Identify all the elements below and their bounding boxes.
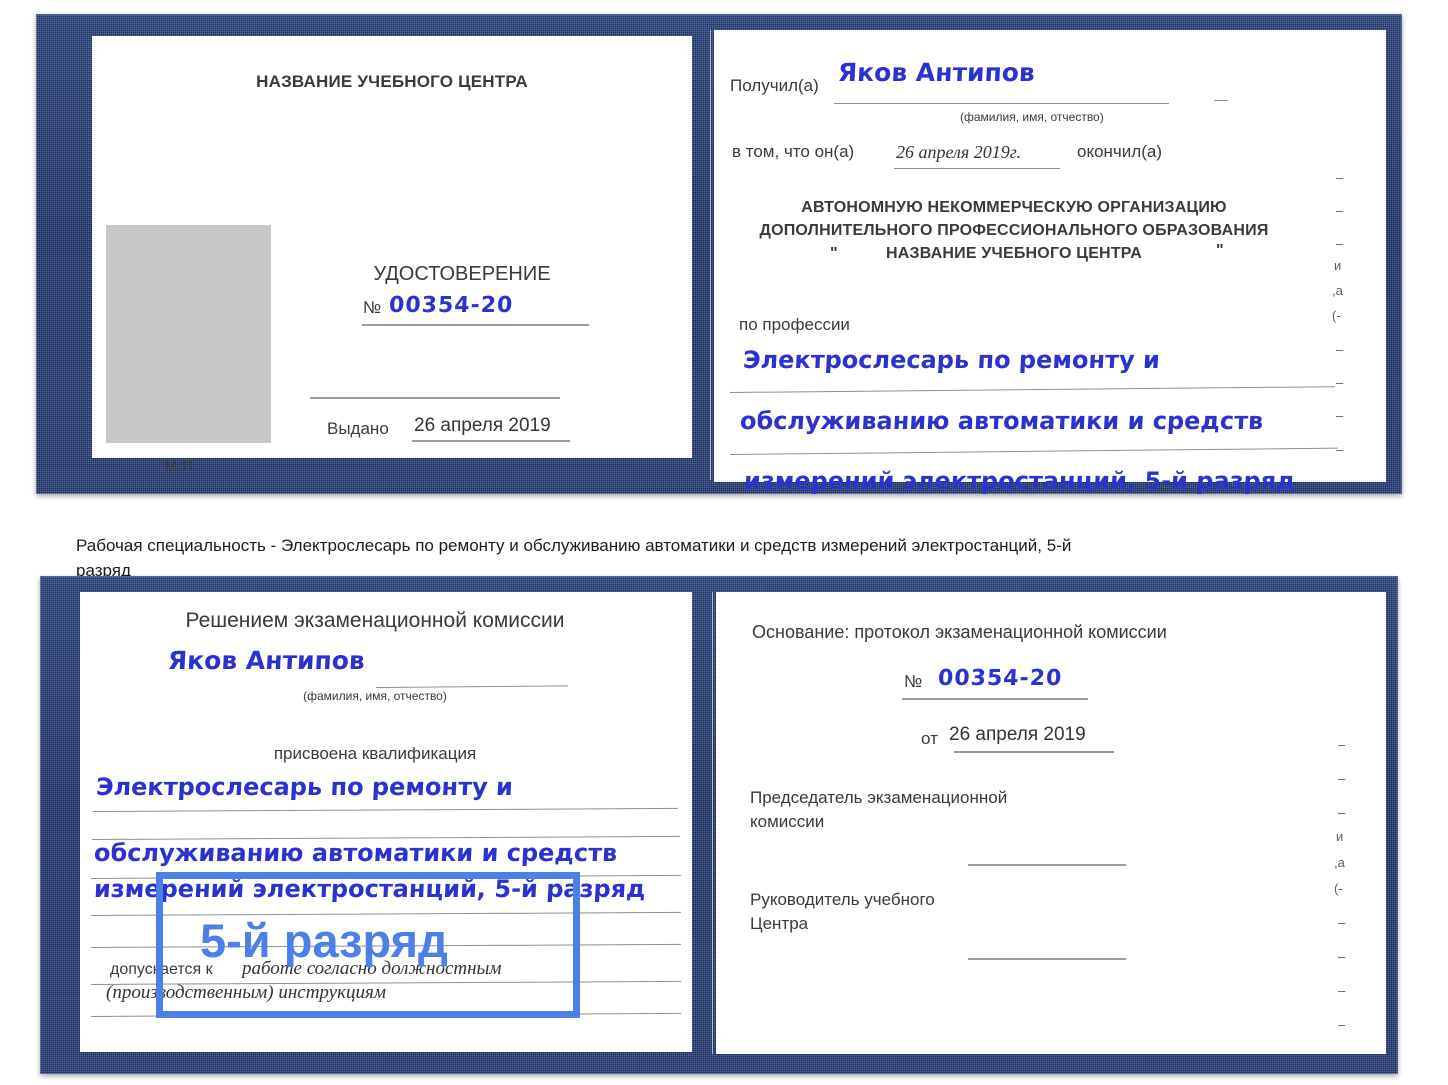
protocol-date-rule [954,751,1114,753]
protocol-date-value: 26 апреля 2019 [949,724,1086,745]
profession-line-1: Электрослесарь по ремонту и [742,346,1161,374]
ghost-char: – [1336,442,1344,457]
ghost-char: – [1338,805,1346,820]
top-right-page: Получил(а) Яков Антипов (фамилия, имя, о… [714,30,1386,495]
basis-label: Основание: протокол экзаменационной коми… [752,622,1167,642]
ghost-char: и [1336,829,1344,844]
photo-placeholder [106,225,271,443]
issued-rule [412,440,570,442]
annotation-label-rank: 5-й разряд [200,914,448,967]
number-rule [362,324,589,326]
ghost-char: – [1336,342,1344,357]
holder-name-value: Яков Антипов [167,646,366,675]
profession-rule-1 [729,386,1335,393]
fio-hint: (фамилия, имя, отчество) [960,110,1104,124]
certificate-number-value: 00354-20 [388,293,514,318]
bottom-left-page: Решением экзаменационной комиссии Яков А… [80,592,692,1052]
issued-label: Выдано [327,419,389,438]
qualification-label: присвоена квалификация [273,744,477,763]
ghost-char: – [1336,203,1344,218]
blank-rule [310,397,560,399]
admitted-label: допускается к [110,961,213,978]
profession-label: по профессии [739,315,850,334]
seal-label: М.П. [164,458,198,475]
issued-value: 26 апреля 2019 [414,415,551,436]
received-rule-tail [1214,100,1228,101]
bottom-booklet-spine [712,592,713,1054]
ghost-char: – [1336,375,1344,390]
ghost-char: (- [1332,308,1341,323]
head-signature-rule [968,958,1126,960]
bottom-left-heading: Решением экзаменационной комиссии [185,609,565,632]
that-he-rule [894,168,1060,169]
profession-line-2: обслуживанию автоматики и средств [739,407,1264,435]
chairman-signature-rule [968,864,1126,866]
received-value: Яков Антипов [837,58,1036,87]
admitted-value-2: (производственным) инструкциям [106,982,386,1003]
admitted-rule-2 [90,1012,681,1017]
bottom-fio-hint: (фамилия, имя, отчество) [303,689,447,703]
finished-label: окончил(а) [1077,142,1162,161]
protocol-number-rule [902,698,1088,700]
ghost-char: – [1336,408,1344,423]
ghost-char: – [1338,1017,1346,1032]
name-rule [375,685,568,688]
top-left-title: УДОСТОВЕРЕНИЕ [373,263,551,285]
ghost-char: ,а [1332,283,1343,298]
qualification-line-3: измерений электростанций, 5-й разряд [93,875,647,903]
org-quote-close: " [1216,242,1224,259]
ghost-char: ,а [1334,855,1345,870]
date-label: от [921,729,938,748]
org-line-2: ДОПОЛНИТЕЛЬНОГО ПРОФЕССИОНАЛЬНОГО ОБРАЗО… [759,222,1269,239]
top-left-heading: НАЗВАНИЕ УЧЕБНОГО ЦЕНТРА [256,72,528,91]
ghost-char: – [1338,737,1346,752]
ghost-char: – [1338,983,1346,998]
number-symbol: № [363,298,382,317]
top-booklet-spine [710,30,711,480]
that-he-label: в том, что он(а) [732,142,855,161]
chairman-line-2: комиссии [750,812,825,831]
ghost-char: и [1334,258,1342,273]
chairman-line-1: Председатель экзаменационной [750,788,1008,807]
top-left-page: НАЗВАНИЕ УЧЕБНОГО ЦЕНТРА УДОСТОВЕРЕНИЕ №… [92,36,692,475]
profession-rule-2 [729,447,1338,455]
received-label: Получил(а) [730,76,819,95]
ghost-char: (- [1334,881,1343,896]
protocol-number-value: 00354-20 [937,666,1063,691]
qualification-line-2: обслуживанию автоматики и средств [93,839,618,867]
bottom-right-page: Основание: протокол экзаменационной коми… [716,592,1386,1054]
org-name: НАЗВАНИЕ УЧЕБНОГО ЦЕНТРА [885,245,1143,262]
ghost-char: – [1338,949,1346,964]
ghost-char: – [1338,771,1346,786]
ghost-char: – [1338,915,1346,930]
bottom-number-symbol: № [904,672,923,691]
qual-rule-1 [92,807,678,812]
ghost-char: – [1336,170,1344,185]
that-he-value: 26 апреля 2019г. [896,142,1022,162]
received-rule [834,103,1169,104]
profession-line-3: измерений электростанций, 5-й разряд [743,467,1297,495]
org-line-1: АВТОНОМНУЮ НЕКОММЕРЧЕСКУЮ ОРГАНИЗАЦИЮ [801,199,1227,216]
head-line-2: Центра [750,914,809,933]
ghost-char: – [1336,236,1344,251]
head-line-1: Руководитель учебного [750,890,935,909]
qualification-line-1: Электрослесарь по ремонту и [95,773,514,801]
